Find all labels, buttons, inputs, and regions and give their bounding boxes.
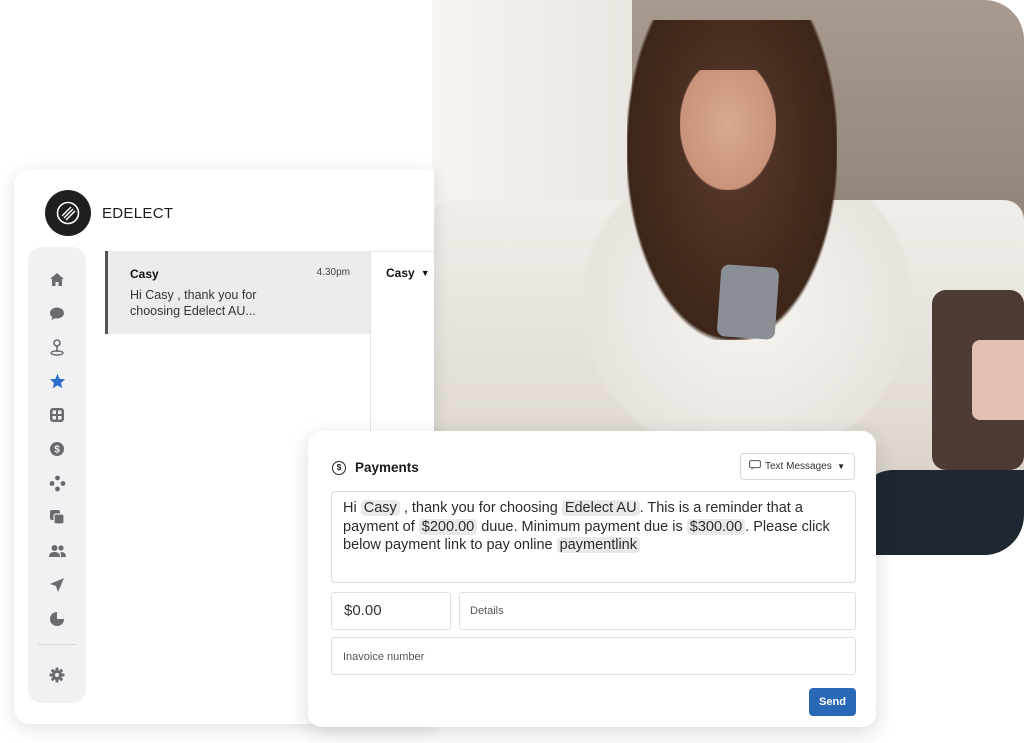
thread-header-border <box>371 251 434 252</box>
dollar-icon[interactable]: $ <box>47 439 67 459</box>
details-input[interactable]: Details <box>459 592 856 630</box>
sidebar: $ <box>28 247 86 703</box>
message-text: , thank you for choosing <box>403 500 558 516</box>
sidebar-divider <box>38 644 76 645</box>
chevron-down-icon: ▼ <box>837 462 845 471</box>
chat-icon[interactable] <box>47 303 67 323</box>
integrations-icon[interactable] <box>47 473 67 493</box>
payments-panel: $ Payments Text Messages ▼ Hi Casy , tha… <box>308 431 876 727</box>
conversation-contact-name: Casy <box>130 267 159 281</box>
message-text: Hi <box>343 500 357 516</box>
payment-link-merge-tag[interactable]: paymentlink <box>556 537 640 553</box>
settings-icon[interactable] <box>47 665 67 685</box>
photo-phone <box>716 264 780 340</box>
home-icon[interactable] <box>47 269 67 289</box>
chevron-down-icon: ▼ <box>420 268 430 278</box>
invoice-number-input[interactable]: Inavoice number <box>331 637 856 675</box>
apps-icon[interactable] <box>47 405 67 425</box>
contacts-icon[interactable] <box>47 541 67 561</box>
message-textarea[interactable]: Hi Casy , thank you for choosing Edelect… <box>331 491 856 583</box>
location-icon[interactable] <box>47 337 67 357</box>
payments-header: $ Payments <box>332 460 419 475</box>
conversation-time: 4.30pm <box>316 267 350 278</box>
message-icon <box>749 460 761 473</box>
photo-pillow <box>972 340 1024 420</box>
send-icon[interactable] <box>47 575 67 595</box>
channel-select[interactable]: Text Messages ▼ <box>740 453 855 480</box>
thread-contact-dropdown[interactable]: Casy ▼ <box>386 266 430 280</box>
column-divider <box>370 251 371 431</box>
photo-jeans <box>862 470 1024 555</box>
star-icon[interactable] <box>47 371 67 391</box>
thread-contact-name: Casy <box>386 266 415 280</box>
reports-icon[interactable] <box>47 609 67 629</box>
svg-text:$: $ <box>54 445 60 456</box>
photo-person-face <box>680 70 776 190</box>
brand-name: EDELECT <box>102 204 174 222</box>
logo-icon <box>45 190 91 236</box>
brand: EDELECT <box>45 190 173 236</box>
name-merge-tag[interactable]: Casy <box>360 500 400 516</box>
amount-merge-tag[interactable]: $200.00 <box>418 518 478 535</box>
conversation-list-item[interactable]: Casy 4.30pm Hi Casy , thank you for choo… <box>105 251 370 334</box>
amount-input[interactable]: $0.00 <box>331 592 451 630</box>
minimum-merge-tag[interactable]: $300.00 <box>686 518 746 535</box>
send-button[interactable]: Send <box>809 688 856 716</box>
company-merge-tag[interactable]: Edelect AU <box>561 500 640 516</box>
dollar-icon: $ <box>332 460 346 475</box>
channel-select-value: Text Messages <box>765 461 832 472</box>
copy-icon[interactable] <box>47 507 67 527</box>
conversation-preview: Hi Casy , thank you for choosing Edelect… <box>130 288 257 318</box>
payments-title: Payments <box>355 460 419 475</box>
message-text: duue. Minimum payment due is <box>481 518 683 535</box>
